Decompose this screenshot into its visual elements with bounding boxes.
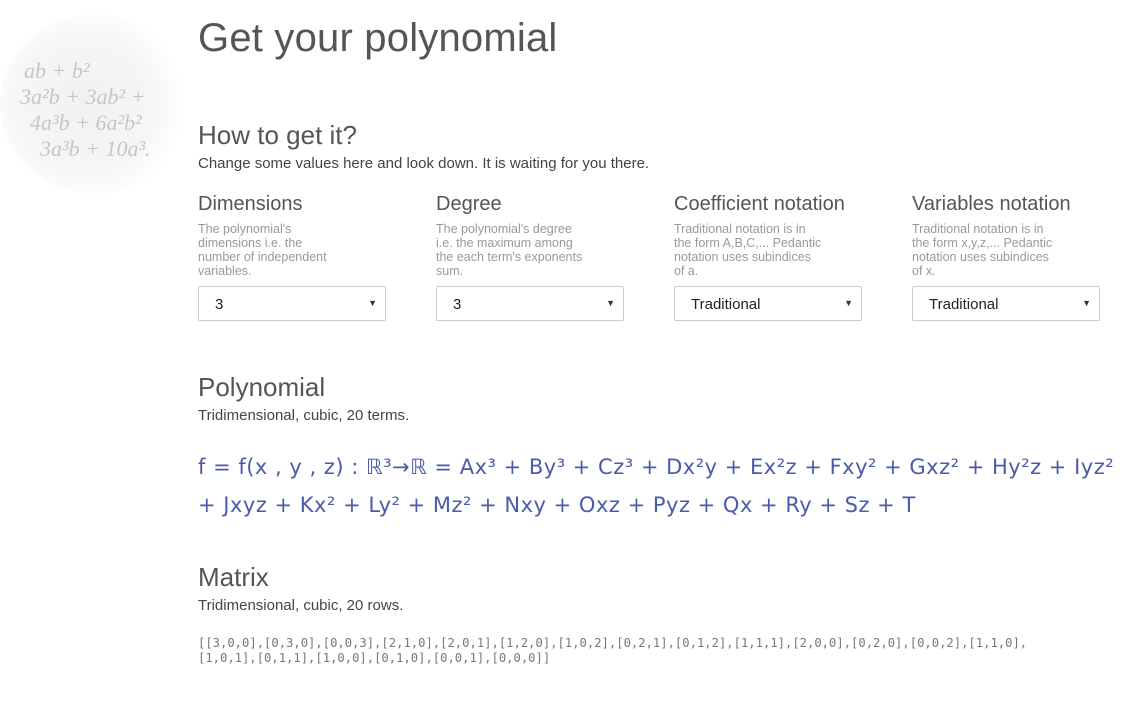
matrix-output: [[3,0,0],[0,3,0],[0,0,3],[2,1,0],[2,0,1]… (198, 636, 1098, 666)
select-value: 3 (453, 296, 462, 313)
logo-line: ab + b² (24, 58, 90, 83)
option-label: Dimensions (198, 193, 303, 215)
option-description: The polynomial's degree i.e. the maximum… (436, 222, 583, 278)
coefficient-notation-select[interactable]: Traditional ▼ (674, 286, 862, 321)
logo-line: 3a³b + 10a³. (40, 136, 151, 161)
formula-line: f = f(x , y , z) : ℝ³→ℝ = Ax³ + By³ + Cz… (198, 455, 1115, 479)
matrix-heading: Matrix (198, 562, 269, 592)
logo-line: 3a²b + 3ab² + (20, 84, 146, 109)
option-variables-notation: Variables notation Traditional notation … (912, 193, 1102, 321)
polynomial-heading: Polynomial (198, 372, 326, 402)
option-description: The polynomial's dimensions i.e. the num… (198, 222, 327, 278)
logo: ab + b² 3a²b + 3ab² + 4a³b + 6a²b² 3a³b … (0, 14, 190, 194)
how-section: How to get it? Change some values here a… (198, 120, 649, 172)
polynomial-section: Polynomial Tridimensional, cubic, 20 ter… (198, 372, 409, 424)
matrix-section: Matrix Tridimensional, cubic, 20 rows. (198, 562, 403, 614)
dropdown-arrow-icon: ▼ (368, 298, 377, 308)
polynomial-subtitle: Tridimensional, cubic, 20 terms. (198, 407, 410, 424)
option-degree: Degree The polynomial's degree i.e. the … (436, 193, 626, 321)
polynomial-formula: f = f(x , y , z) : ℝ³→ℝ = Ax³ + By³ + Cz… (198, 448, 1115, 524)
option-coefficient-notation: Coefficient notation Traditional notatio… (674, 193, 864, 321)
dropdown-arrow-icon: ▼ (1082, 298, 1091, 308)
dimensions-select[interactable]: 3 ▼ (198, 286, 386, 321)
matrix-subtitle: Tridimensional, cubic, 20 rows. (198, 597, 404, 614)
select-value: Traditional (691, 296, 761, 313)
dropdown-arrow-icon: ▼ (606, 298, 615, 308)
option-label: Variables notation (912, 193, 1071, 215)
degree-select[interactable]: 3 ▼ (436, 286, 624, 321)
select-value: 3 (215, 296, 224, 313)
dropdown-arrow-icon: ▼ (844, 298, 853, 308)
how-heading: How to get it? (198, 120, 357, 150)
formula-line: + Jxyz + Kx² + Ly² + Mz² + Nxy + Oxz + P… (198, 493, 916, 517)
option-description: Traditional notation is in the form x,y,… (912, 222, 1053, 278)
option-label: Degree (436, 193, 502, 215)
variables-notation-select[interactable]: Traditional ▼ (912, 286, 1100, 321)
option-dimensions: Dimensions The polynomial's dimensions i… (198, 193, 388, 321)
option-description: Traditional notation is in the form A,B,… (674, 222, 822, 278)
matrix-line: [1,0,1],[0,1,1],[1,0,0],[0,1,0],[0,0,1],… (198, 651, 551, 665)
select-value: Traditional (929, 296, 999, 313)
matrix-line: [[3,0,0],[0,3,0],[0,0,3],[2,1,0],[2,0,1]… (198, 636, 1028, 650)
logo-line: 4a³b + 6a²b² (30, 110, 142, 135)
how-subtitle: Change some values here and look down. I… (198, 155, 650, 172)
option-label: Coefficient notation (674, 193, 845, 215)
page-title: Get your polynomial (198, 16, 558, 60)
